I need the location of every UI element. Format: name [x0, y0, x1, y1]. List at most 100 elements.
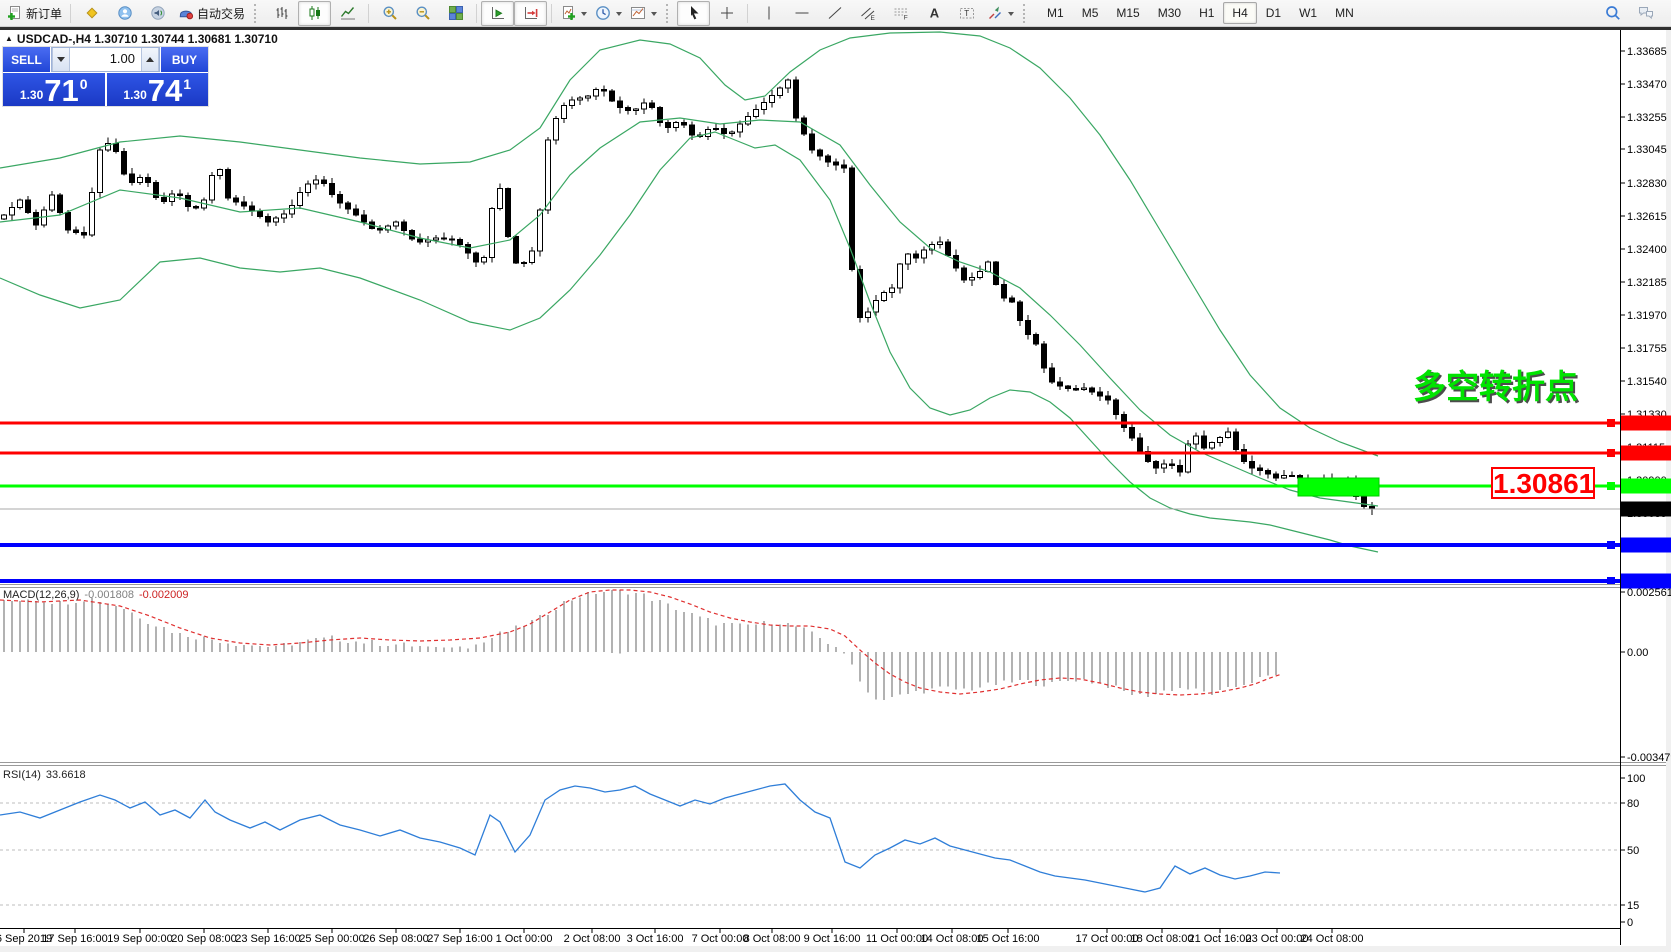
- timeframe-m1[interactable]: M1: [1038, 2, 1073, 24]
- volume-spinner[interactable]: 1.00: [51, 47, 160, 72]
- svg-text:11 Oct 00:00: 11 Oct 00:00: [866, 933, 928, 945]
- fibonacci-button[interactable]: F: [884, 1, 917, 26]
- chart-shift-button[interactable]: [514, 1, 547, 26]
- toolbar-drag-handle[interactable]: [254, 4, 260, 23]
- dropdown-caret-icon[interactable]: [581, 12, 587, 19]
- label-button[interactable]: T: [950, 1, 983, 26]
- price-callout-box[interactable]: 1.30861: [1491, 467, 1595, 499]
- timeframe-h4[interactable]: H4: [1223, 2, 1256, 24]
- level-price-label[interactable]: [1621, 538, 1671, 553]
- svg-text:25 Sep 00:00: 25 Sep 00:00: [299, 933, 364, 945]
- macd-signal-line: [0, 590, 1282, 695]
- bar-chart-button[interactable]: [265, 1, 298, 26]
- news-button[interactable]: [141, 1, 174, 26]
- volume-input[interactable]: 1.00: [70, 48, 141, 71]
- level-price-label[interactable]: [1621, 479, 1671, 494]
- periods-icon: [595, 5, 611, 21]
- cursor-button[interactable]: [677, 1, 710, 26]
- timeframe-d1[interactable]: D1: [1257, 2, 1290, 24]
- dropdown-caret-icon[interactable]: [616, 12, 622, 19]
- macd-histogram: [3, 590, 1277, 700]
- timeframe-m5[interactable]: M5: [1073, 2, 1108, 24]
- svg-text:0: 0: [1627, 917, 1633, 929]
- sell-button[interactable]: SELL: [3, 47, 50, 72]
- search-button[interactable]: [1596, 1, 1629, 26]
- news-icon: [150, 5, 166, 21]
- market-icon: [84, 5, 100, 21]
- chart-annotation-text[interactable]: 多空转折点: [1413, 360, 1578, 408]
- periods-button[interactable]: [591, 1, 626, 26]
- autotrading-button-label: 自动交易: [197, 5, 245, 22]
- level-price-label[interactable]: [1621, 446, 1671, 461]
- svg-text:1.33045: 1.33045: [1627, 144, 1667, 156]
- market-button[interactable]: [75, 1, 108, 26]
- chart-shift-icon: [523, 5, 539, 21]
- macd-indicator-label: MACD(12,26,9)-0.001808-0.002009: [3, 589, 189, 601]
- toolbar-separator: [747, 4, 748, 23]
- svg-text:15 Oct 16:00: 15 Oct 16:00: [977, 933, 1040, 945]
- cursor-icon: [686, 5, 702, 21]
- line-anchor-marker[interactable]: [1607, 419, 1615, 427]
- horizontal-lines[interactable]: [0, 423, 1620, 581]
- chart-canvas[interactable]: 1.336851.334701.332551.330451.328301.326…: [0, 0, 1671, 952]
- line-chart-button[interactable]: [331, 1, 364, 26]
- zoom-in-button[interactable]: [373, 1, 406, 26]
- highlight-zone[interactable]: [1298, 478, 1379, 496]
- toolbar: 新订单 自动交易 E F AT M1M5M15M30H1H4D1W1MN: [0, 0, 1671, 27]
- timeframe-mn[interactable]: MN: [1326, 2, 1363, 24]
- autotrading-button[interactable]: 自动交易: [174, 1, 249, 26]
- indicators-button[interactable]: [556, 1, 591, 26]
- timeframe-h1[interactable]: H1: [1190, 2, 1223, 24]
- sell-price[interactable]: 1.30710: [3, 73, 105, 106]
- shapes-button[interactable]: [983, 1, 1018, 26]
- text-button[interactable]: A: [917, 1, 950, 26]
- timeframe-m30[interactable]: M30: [1149, 2, 1190, 24]
- toolbar-drag-handle[interactable]: [666, 4, 672, 23]
- timeframe-w1[interactable]: W1: [1290, 2, 1326, 24]
- auto-scroll-icon: [490, 5, 506, 21]
- svg-text:50: 50: [1627, 845, 1639, 857]
- candlestick-button[interactable]: [298, 1, 331, 26]
- one-click-trading-panel: SELL 1.00 BUY 1.30710 1.30741: [2, 46, 209, 107]
- svg-text:1.31755: 1.31755: [1627, 343, 1667, 355]
- svg-text:A: A: [929, 6, 939, 21]
- rsi-line: [0, 784, 1280, 892]
- line-anchor-marker[interactable]: [1607, 577, 1615, 585]
- auto-scroll-button[interactable]: [481, 1, 514, 26]
- channel-button[interactable]: E: [851, 1, 884, 26]
- line-anchor-marker[interactable]: [1607, 541, 1615, 549]
- autotrading-icon: [178, 5, 194, 21]
- sell-price-pips: 71: [44, 76, 78, 105]
- svg-text:23 Oct 00:00: 23 Oct 00:00: [1246, 933, 1309, 945]
- toolbar-right-icons: [1596, 1, 1662, 26]
- community-button[interactable]: [108, 1, 141, 26]
- timeframe-m15[interactable]: M15: [1107, 2, 1148, 24]
- level-price-label[interactable]: [1621, 416, 1671, 431]
- trendline-button[interactable]: [818, 1, 851, 26]
- line-anchor-marker[interactable]: [1607, 482, 1615, 490]
- volume-decrease-button[interactable]: [52, 48, 70, 71]
- tile-windows-button[interactable]: [439, 1, 472, 26]
- new-order-button[interactable]: 新订单: [3, 1, 66, 26]
- buy-price-pips: 74: [148, 76, 182, 105]
- crosshair-button[interactable]: [710, 1, 743, 26]
- level-price-label[interactable]: [1621, 502, 1671, 517]
- zoom-out-button[interactable]: [406, 1, 439, 26]
- buy-price[interactable]: 1.30741: [107, 73, 209, 106]
- bollinger-bands: [0, 32, 1378, 552]
- dropdown-caret-icon[interactable]: [1008, 12, 1014, 19]
- buy-button[interactable]: BUY: [161, 47, 208, 72]
- hline-button[interactable]: [785, 1, 818, 26]
- line-anchor-marker[interactable]: [1607, 449, 1615, 457]
- dropdown-caret-icon[interactable]: [651, 12, 657, 19]
- svg-text:F: F: [903, 15, 907, 22]
- toolbar-drag-handle[interactable]: [1023, 4, 1029, 23]
- vline-button[interactable]: [752, 1, 785, 26]
- indicators-icon: [560, 5, 576, 21]
- level-price-label[interactable]: [1621, 574, 1671, 589]
- volume-increase-button[interactable]: [141, 48, 159, 71]
- templates-icon: [630, 5, 646, 21]
- text-icon: A: [926, 5, 942, 21]
- chat-button[interactable]: [1629, 1, 1662, 26]
- templates-button[interactable]: [626, 1, 661, 26]
